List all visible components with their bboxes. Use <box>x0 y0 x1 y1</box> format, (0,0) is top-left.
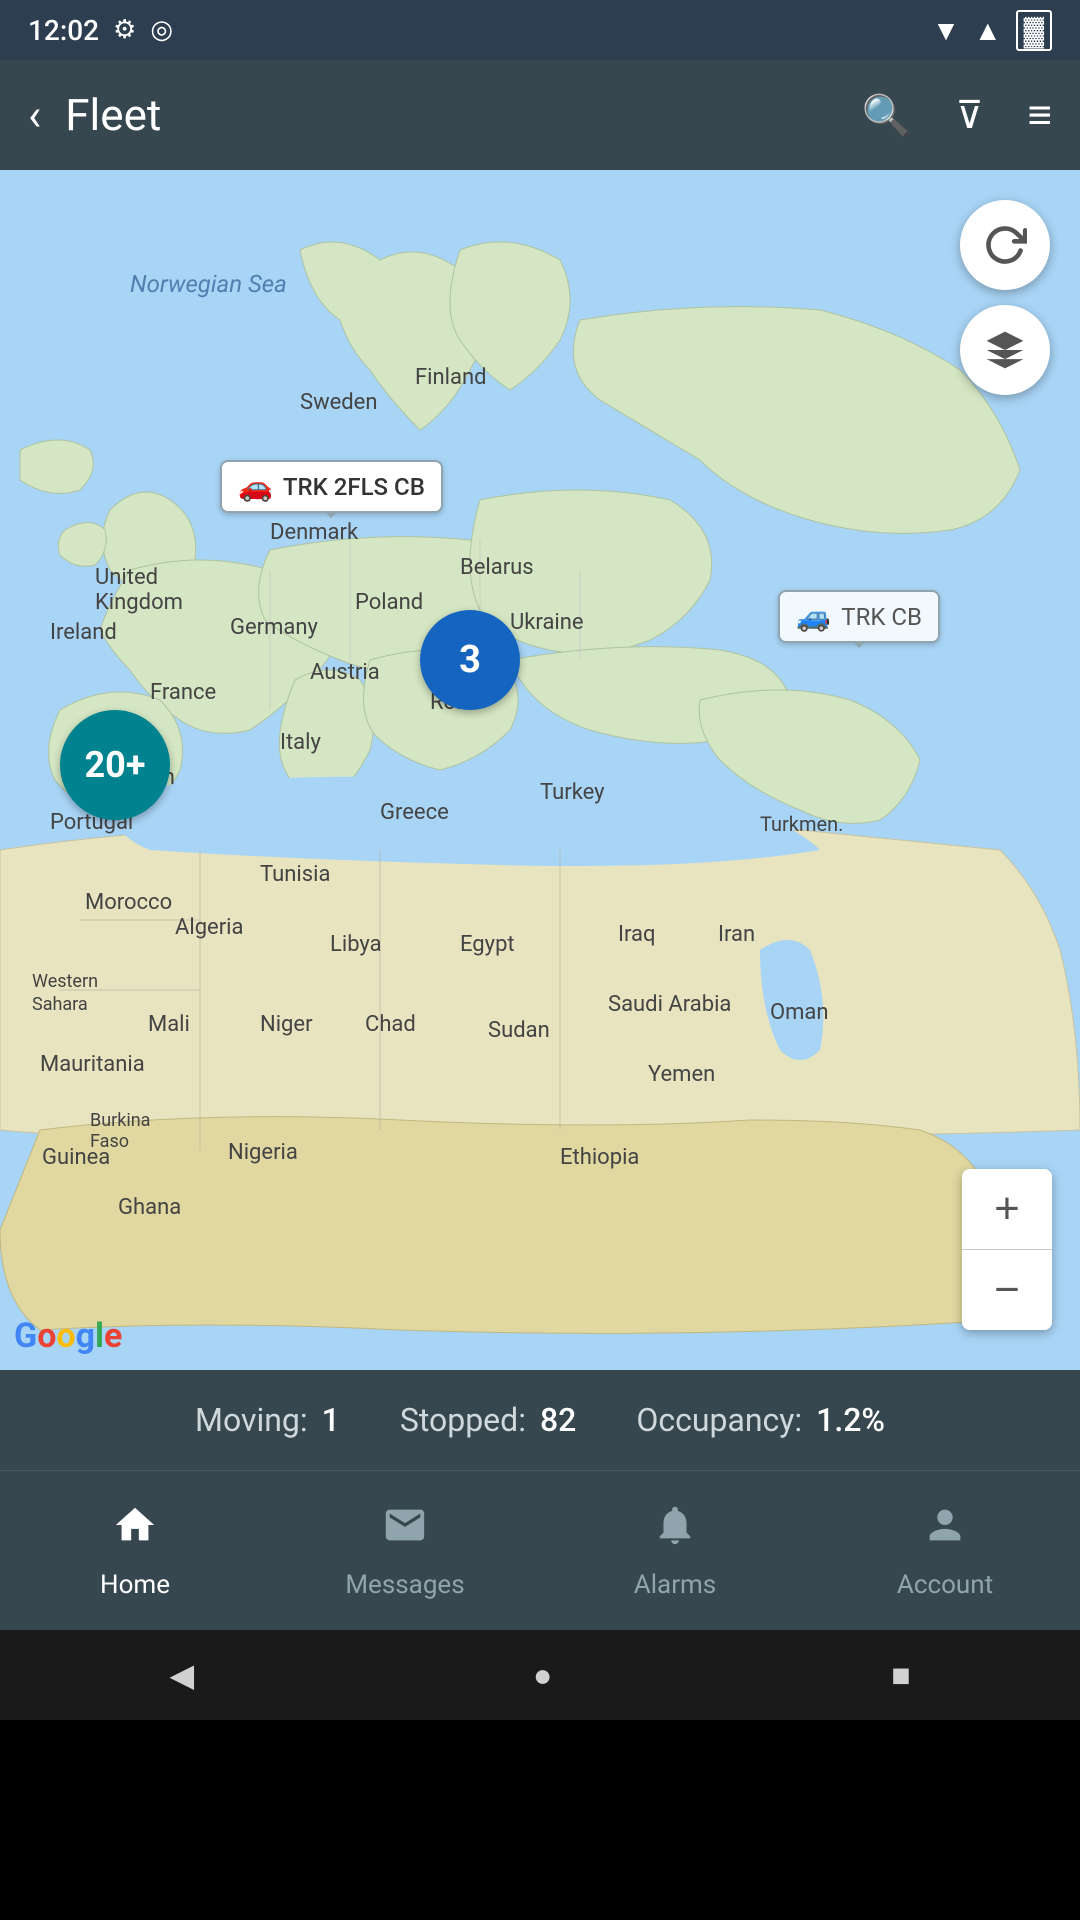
wifi-icon: ▼ <box>932 14 960 47</box>
nav-messages-label: Messages <box>345 1570 464 1600</box>
marker2-label: TRK CB <box>841 603 922 631</box>
nav-home[interactable]: Home <box>0 1471 270 1630</box>
stat-occupancy: Occupancy: 1.2% <box>636 1401 885 1439</box>
refresh-button[interactable] <box>960 200 1050 290</box>
menu-button[interactable]: ≡ <box>1027 91 1052 140</box>
map-cluster-3[interactable]: 3 <box>420 610 520 710</box>
at-sign-icon: ◎ <box>150 15 173 45</box>
map-cluster-20plus[interactable]: 20+ <box>60 710 170 820</box>
occupancy-value: 1.2% <box>816 1401 885 1439</box>
app-bar: ‹ Fleet 🔍 ⊽ ≡ <box>0 60 1080 170</box>
home-icon <box>112 1502 158 1560</box>
filter-button[interactable]: ⊽ <box>956 93 984 138</box>
moving-label: Moving: <box>195 1401 308 1439</box>
signal-icon: ▲ <box>974 14 1002 47</box>
status-bar: 12:02 ⚙ ◎ ▼ ▲ ▓ <box>0 0 1080 60</box>
nav-alarms[interactable]: Alarms <box>540 1471 810 1630</box>
car-icon-gray: 🚙 <box>796 600 831 633</box>
settings-icon: ⚙ <box>113 15 136 45</box>
page-title: Fleet <box>65 89 862 141</box>
zoom-in-button[interactable]: + <box>962 1169 1052 1249</box>
back-system-button[interactable]: ◀ <box>169 1656 194 1694</box>
stats-bar: Moving: 1 Stopped: 82 Occupancy: 1.2% <box>0 1370 1080 1470</box>
nav-home-label: Home <box>100 1570 170 1600</box>
stat-stopped: Stopped: 82 <box>400 1401 576 1439</box>
stopped-label: Stopped: <box>400 1401 526 1439</box>
status-time: 12:02 <box>28 14 99 47</box>
alarms-icon <box>652 1502 698 1560</box>
account-icon <box>922 1502 968 1560</box>
nav-alarms-label: Alarms <box>634 1570 716 1600</box>
battery-icon: ▓ <box>1016 10 1052 51</box>
map-marker-trk2[interactable]: 🚙 TRK CB <box>778 590 940 643</box>
home-system-button[interactable]: ● <box>533 1656 552 1694</box>
zoom-out-button[interactable]: − <box>962 1250 1052 1330</box>
nav-messages[interactable]: Messages <box>270 1471 540 1630</box>
messages-icon <box>382 1502 428 1560</box>
map-marker-trk1[interactable]: 🚗 TRK 2FLS CB <box>220 460 443 513</box>
layers-button[interactable] <box>960 305 1050 395</box>
occupancy-label: Occupancy: <box>636 1401 802 1439</box>
marker1-label: TRK 2FLS CB <box>283 473 425 501</box>
nav-account-label: Account <box>897 1570 993 1600</box>
google-logo: Google <box>14 1316 122 1356</box>
map-container[interactable]: Norwegian Sea Sweden Finland Norway Denm… <box>0 170 1080 1370</box>
back-button[interactable]: ‹ <box>28 89 41 141</box>
moving-value: 1 <box>322 1401 340 1439</box>
search-button[interactable]: 🔍 <box>862 92 912 139</box>
stat-moving: Moving: 1 <box>195 1401 340 1439</box>
recent-system-button[interactable]: ■ <box>891 1656 910 1694</box>
system-nav: ◀ ● ■ <box>0 1630 1080 1720</box>
bottom-nav: Home Messages Alarms Account <box>0 1470 1080 1630</box>
car-icon-red: 🚗 <box>238 470 273 503</box>
nav-account[interactable]: Account <box>810 1471 1080 1630</box>
stopped-value: 82 <box>540 1401 576 1439</box>
zoom-controls: + − <box>962 1169 1052 1330</box>
